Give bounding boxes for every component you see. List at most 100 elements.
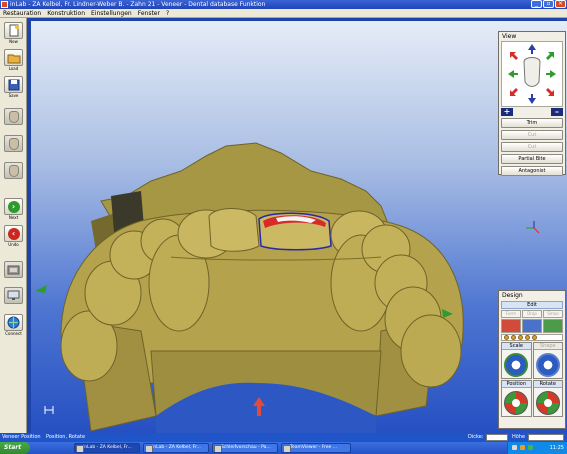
scan-icon <box>7 265 20 274</box>
cut-button-1[interactable]: Cut <box>501 130 563 140</box>
task-inlab-1[interactable]: inLab - ZA Kelbel, Fr... <box>74 443 140 453</box>
edit-form-button[interactable]: Form <box>501 310 521 318</box>
new-button[interactable]: New <box>3 22 24 44</box>
view-panel-title: View <box>502 33 517 40</box>
rotate-tool[interactable]: Rotate <box>532 380 563 417</box>
next-arrow-icon: › <box>7 200 20 213</box>
view-orientation-widget[interactable] <box>501 41 563 107</box>
position-label: Position <box>502 381 531 388</box>
connect-button[interactable]: Connect <box>3 314 24 336</box>
taskbar: Start inLab - ZA Kelbel, Fr... inLab - Z… <box>0 442 567 454</box>
undo-label: Undo <box>8 242 19 247</box>
shape-label: Shape <box>533 343 562 350</box>
save-button[interactable]: Save <box>3 76 24 98</box>
shape-tool[interactable]: Shape <box>532 342 563 379</box>
axis-indicator <box>526 221 540 234</box>
scale-tool[interactable]: Scale <box>501 342 532 379</box>
design-panel-title: Design <box>502 292 523 299</box>
menu-restauration[interactable]: Restauration <box>3 9 41 17</box>
menu-fenster[interactable]: Fenster <box>138 9 160 17</box>
brush-size-selector[interactable] <box>501 334 563 341</box>
clock: 11:25 <box>549 445 564 451</box>
undo-arrow-icon: ‹ <box>7 227 20 240</box>
title-bar: inLab - ZA Kelbel, Fr. Lindner-Weber B. … <box>0 0 567 9</box>
zoom-out-button[interactable]: – <box>551 108 563 116</box>
edit-header: Edit <box>501 301 563 309</box>
tray-speaker-icon[interactable] <box>520 445 525 450</box>
save-label: Save <box>8 93 19 98</box>
height-field <box>528 434 564 441</box>
dental-model-scene <box>35 142 540 433</box>
close-button[interactable]: × <box>555 0 566 8</box>
tooth-central-incisor-left <box>208 208 260 252</box>
monitor-button[interactable] <box>3 287 24 304</box>
left-toolbar: New Load Save › Next ‹ Undo Connect <box>0 18 27 433</box>
shape-dial-icon <box>535 353 560 377</box>
menu-help[interactable]: ? <box>166 9 169 17</box>
menu-bar: Restauration Konstruktion Einstellungen … <box>0 9 567 18</box>
load-label: Load <box>8 66 19 71</box>
trim-button[interactable]: Trim <box>501 118 563 128</box>
smooth-tool-button[interactable] <box>543 319 563 333</box>
scale-label: Scale <box>502 343 531 350</box>
undo-button[interactable]: ‹ Undo <box>3 225 24 247</box>
drop-tool-button[interactable] <box>522 319 542 333</box>
tray-network-icon[interactable] <box>512 445 517 450</box>
position-tool[interactable]: Position <box>501 380 532 417</box>
status-bar: Veneer Position Position, Rotate Dicke: … <box>0 433 567 442</box>
view-topright-arrow-icon <box>546 52 554 60</box>
view-bottom-arrow-icon <box>528 94 536 104</box>
menu-konstruktion[interactable]: Konstruktion <box>47 9 85 17</box>
next-label: Next <box>8 215 19 220</box>
scan-button[interactable] <box>3 261 24 278</box>
tooth-icon <box>8 164 19 177</box>
new-label: New <box>9 39 18 44</box>
view-right-arrow-icon <box>546 70 556 78</box>
start-button[interactable]: Start <box>0 442 30 454</box>
menu-einstellungen[interactable]: Einstellungen <box>91 9 132 17</box>
edit-smooth-button[interactable]: Smoo <box>543 310 563 318</box>
window-title: inLab - ZA Kelbel, Fr. Lindner-Weber B. … <box>10 1 266 8</box>
antagonist-button[interactable]: Antagonist <box>501 166 563 176</box>
load-button[interactable]: Load <box>3 49 24 71</box>
brush-size-icon <box>532 335 537 340</box>
tooth-tool-1[interactable] <box>3 108 24 125</box>
status-mode: Veneer Position <box>2 434 41 440</box>
status-hint: Position, Rotate <box>46 434 86 440</box>
3d-viewport[interactable] <box>31 21 567 433</box>
view-bottomleft-arrow-icon <box>510 88 518 96</box>
brush-size-icon <box>525 335 530 340</box>
tooth-tool-3[interactable] <box>3 162 24 179</box>
app-icon <box>1 1 8 8</box>
brush-size-icon <box>518 335 523 340</box>
brush-size-icon <box>504 335 509 340</box>
connect-label: Connect <box>5 331 22 336</box>
thickness-field <box>486 434 508 441</box>
thickness-label: Dicke: <box>468 434 484 440</box>
position-dial-icon <box>504 391 529 415</box>
monitor-icon <box>7 290 20 300</box>
task-schleifvorschau[interactable]: Schleifvorschau - Pa... <box>212 443 278 453</box>
tooth-preview-icon <box>523 57 541 87</box>
minimize-button[interactable]: _ <box>531 0 542 8</box>
view-bottomright-arrow-icon <box>546 88 554 96</box>
cut-button-2[interactable]: Cut <box>501 142 563 152</box>
partial-bite-button[interactable]: Partial Bite <box>501 154 563 164</box>
view-top-arrow-icon <box>528 44 536 54</box>
task-teamviewer[interactable]: TeamViewer - Free ... <box>281 443 351 453</box>
height-label: Höhe <box>512 434 526 440</box>
tooth-icon <box>8 110 19 123</box>
tray-app-icon[interactable] <box>528 445 533 450</box>
connect-globe-icon <box>7 316 20 329</box>
tooth-tool-2[interactable] <box>3 135 24 152</box>
rotate-dial-icon <box>535 391 560 415</box>
form-tool-button[interactable] <box>501 319 521 333</box>
system-tray: 11:25 <box>507 442 567 454</box>
next-button[interactable]: › Next <box>3 198 24 220</box>
maximize-button[interactable]: ▫ <box>543 0 554 8</box>
zoom-in-button[interactable]: + <box>501 108 513 116</box>
task-inlab-2[interactable]: inLab - ZA Kelbel, Fr... <box>143 443 209 453</box>
edit-drop-button[interactable]: Drop <box>522 310 542 318</box>
scale-indicator <box>44 406 54 414</box>
scale-dial-icon <box>504 353 529 377</box>
